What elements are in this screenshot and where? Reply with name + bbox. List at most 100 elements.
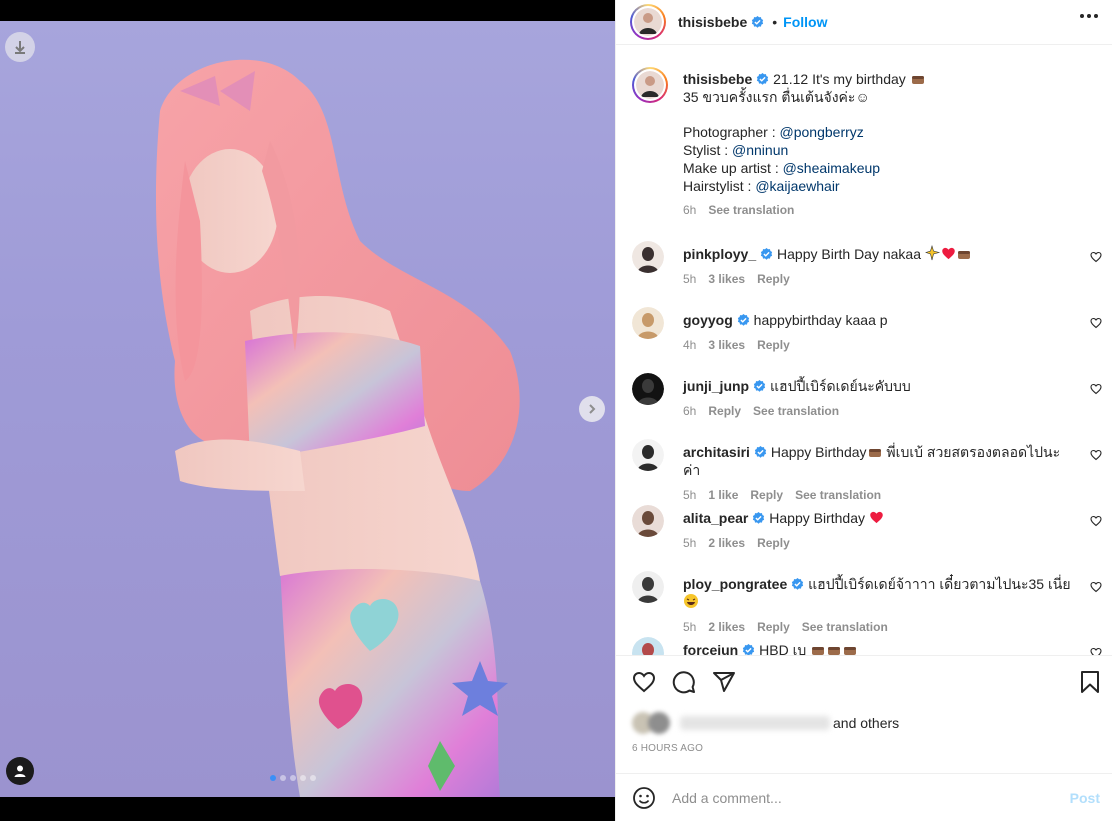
- liked-by[interactable]: and others: [632, 712, 899, 734]
- verified-badge-icon: [754, 446, 767, 458]
- credit-line: Stylist : @nninun: [683, 141, 1072, 159]
- commenter-username[interactable]: goyyog: [683, 312, 733, 328]
- commenter-username[interactable]: architasiri: [683, 444, 750, 460]
- like-comment-icon[interactable]: [1090, 449, 1102, 461]
- like-comment-icon[interactable]: [1090, 251, 1102, 263]
- credit-label: Make up artist :: [683, 160, 783, 176]
- credit-handle-link[interactable]: @kaijaewhair: [755, 178, 839, 194]
- see-translation-button[interactable]: See translation: [795, 486, 881, 504]
- header-separator: •: [772, 14, 778, 30]
- avatar-image: [636, 71, 664, 99]
- comment-input[interactable]: Add a comment...: [672, 790, 1070, 806]
- photo-illustration: [155, 59, 520, 797]
- comment-text: happybirthday kaaa p: [753, 312, 888, 328]
- comment-text: แฮปปี้เบิร์ดเดย์จ้าาาา เดี๋ยวตามไปนะ35 เ…: [808, 576, 1071, 592]
- commenter-username[interactable]: pinkployy_: [683, 246, 756, 262]
- comments-list[interactable]: thisisbebe 21.12 It's my birthday 35 ขวบ…: [616, 45, 1112, 655]
- follow-button[interactable]: Follow: [783, 14, 827, 30]
- cake-emoji-icon: [957, 251, 970, 259]
- credit-line: Hairstylist : @kaijaewhair: [683, 177, 1072, 195]
- bookmark-icon[interactable]: [1078, 670, 1102, 694]
- tagged-users-button[interactable]: [6, 757, 34, 785]
- more-options-icon[interactable]: [1080, 14, 1098, 18]
- commenter-username[interactable]: junji_junp: [683, 378, 749, 394]
- author-avatar[interactable]: [630, 4, 666, 40]
- carousel-dot: [290, 775, 296, 781]
- verified-badge-icon: [752, 15, 764, 28]
- smile-icon[interactable]: [632, 786, 656, 810]
- share-icon[interactable]: [712, 670, 736, 694]
- cake-emoji-icon: [911, 76, 924, 84]
- commenter-avatar[interactable]: [632, 241, 664, 273]
- like-comment-icon[interactable]: [1090, 317, 1102, 329]
- commenter-avatar[interactable]: [632, 571, 664, 603]
- caption-line-2: 35 ขวบครั้งแรก ตื่นเต้นจังค่ะ☺: [683, 89, 870, 105]
- verified-badge-icon: [753, 380, 766, 392]
- post-header: thisisbebe • Follow: [616, 0, 1112, 45]
- credit-handle-link[interactable]: @nninun: [732, 142, 788, 158]
- post-photo[interactable]: [0, 21, 615, 797]
- reply-button[interactable]: Reply: [757, 618, 790, 636]
- chevron-right-icon: [589, 404, 596, 414]
- commenter-avatar[interactable]: [632, 307, 664, 339]
- commenter-username[interactable]: ploy_pongratee: [683, 576, 787, 592]
- caption-see-translation[interactable]: See translation: [708, 201, 794, 219]
- caption-avatar[interactable]: [632, 67, 668, 103]
- commenter-avatar[interactable]: [632, 637, 664, 655]
- comment-text: Happy Birthday: [769, 510, 865, 526]
- reply-button[interactable]: Reply: [757, 534, 790, 552]
- download-button[interactable]: [5, 32, 35, 62]
- caption-username[interactable]: thisisbebe: [683, 71, 752, 87]
- credit-handle-link[interactable]: @pongberryz: [780, 124, 864, 140]
- carousel-dot: [270, 775, 276, 781]
- post-comment-button[interactable]: Post: [1070, 790, 1100, 806]
- cake-emoji-icon: [868, 449, 881, 457]
- carousel-dot: [300, 775, 306, 781]
- credit-line: Make up artist : @sheaimakeup: [683, 159, 1072, 177]
- laughing-emoji-icon: [684, 594, 698, 608]
- comment-likes[interactable]: 2 likes: [708, 618, 745, 636]
- commenter-avatar[interactable]: [632, 439, 664, 471]
- comment-text: แฮปปี้เบิร์ดเดย์นะคับบบ: [770, 378, 911, 394]
- commenter-avatar[interactable]: [632, 373, 664, 405]
- comment-time: 4h: [683, 338, 697, 352]
- comment-time: 5h: [683, 488, 697, 502]
- reply-button[interactable]: Reply: [750, 486, 783, 504]
- caption-line-1: 21.12 It's my birthday: [773, 71, 906, 87]
- credit-label: Photographer :: [683, 124, 780, 140]
- like-comment-icon[interactable]: [1090, 581, 1102, 593]
- like-comment-icon[interactable]: [1090, 647, 1102, 655]
- like-comment-icon[interactable]: [1090, 515, 1102, 527]
- credit-label: Stylist :: [683, 142, 733, 158]
- download-icon: [15, 41, 25, 54]
- carousel-indicator: [270, 775, 316, 781]
- comment-time: 5h: [683, 536, 697, 550]
- comment-time: 5h: [683, 272, 697, 286]
- comment-text: HBD เบ: [759, 642, 807, 655]
- post-time: 6 HOURS AGO: [632, 743, 704, 754]
- reply-button[interactable]: Reply: [708, 402, 741, 420]
- reply-button[interactable]: Reply: [757, 336, 790, 354]
- cake-emoji-icon: [828, 647, 841, 655]
- see-translation-button[interactable]: See translation: [753, 402, 839, 420]
- cake-emoji-icon: [844, 647, 857, 655]
- comment-likes[interactable]: 1 like: [708, 486, 738, 504]
- heart-icon[interactable]: [632, 670, 656, 694]
- comment-likes[interactable]: 3 likes: [708, 336, 745, 354]
- reply-button[interactable]: Reply: [757, 270, 790, 288]
- next-image-button[interactable]: [579, 396, 605, 422]
- comment-time: 6h: [683, 404, 697, 418]
- comment-text: Happy Birth Day nakaa: [777, 246, 921, 262]
- comment-likes[interactable]: 3 likes: [708, 270, 745, 288]
- commenter-username[interactable]: forcejun: [683, 642, 738, 655]
- comment-icon[interactable]: [672, 670, 696, 694]
- like-comment-icon[interactable]: [1090, 383, 1102, 395]
- commenter-avatar[interactable]: [632, 505, 664, 537]
- commenter-username[interactable]: alita_pear: [683, 510, 748, 526]
- comment-likes[interactable]: 2 likes: [708, 534, 745, 552]
- see-translation-button[interactable]: See translation: [802, 618, 888, 636]
- credit-label: Hairstylist :: [683, 178, 756, 194]
- post-media: [0, 0, 615, 821]
- credit-handle-link[interactable]: @sheaimakeup: [783, 160, 881, 176]
- author-username[interactable]: thisisbebe: [678, 14, 747, 30]
